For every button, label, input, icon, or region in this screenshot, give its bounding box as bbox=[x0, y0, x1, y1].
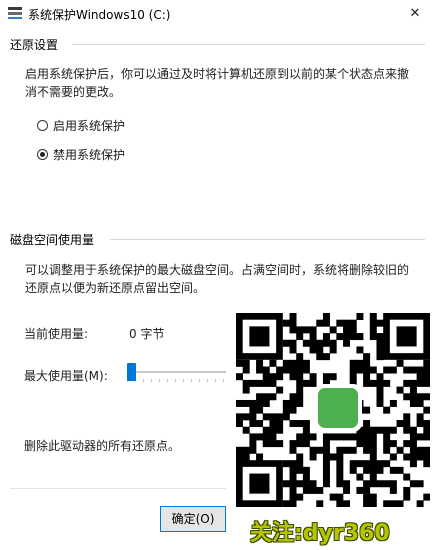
qr-code-overlay: 关注:dyr360 bbox=[226, 305, 436, 550]
window-title: 系统保护Windows10 (C:) bbox=[28, 8, 171, 22]
disable-protection-option[interactable]: 禁用系统保护 bbox=[37, 146, 125, 162]
title-bar: 系统保护Windows10 (C:) ✕ bbox=[0, 0, 436, 28]
current-usage-value: 0 字节 bbox=[129, 327, 165, 341]
slider-ticks bbox=[127, 379, 227, 382]
max-usage-slider[interactable] bbox=[127, 362, 227, 384]
slider-thumb[interactable] bbox=[127, 363, 136, 381]
section-divider bbox=[110, 239, 425, 240]
slider-track[interactable] bbox=[127, 371, 227, 373]
ok-button[interactable]: 确定(O) bbox=[160, 506, 226, 532]
close-button[interactable]: ✕ bbox=[400, 2, 430, 26]
current-usage-label: 当前使用量: bbox=[24, 327, 89, 341]
restore-settings-heading: 还原设置 bbox=[10, 38, 59, 52]
disable-protection-radio[interactable] bbox=[37, 148, 48, 160]
delete-restore-points-text: 删除此驱动器的所有还原点。 bbox=[24, 439, 181, 453]
enable-protection-option[interactable]: 启用系统保护 bbox=[37, 117, 125, 133]
restore-settings-description: 启用系统保护后，你可以通过及时将计算机还原到以前的某个状态点来撤消不需要的更改。 bbox=[25, 67, 410, 99]
section-divider bbox=[72, 44, 425, 45]
disk-usage-heading: 磁盘空间使用量 bbox=[10, 233, 95, 247]
disk-usage-description: 可以调整用于系统保护的最大磁盘空间。占满空间时，系统将删除较旧的还原点以便为新还… bbox=[25, 263, 410, 295]
enable-protection-label: 启用系统保护 bbox=[53, 118, 126, 133]
enable-protection-radio[interactable] bbox=[37, 119, 48, 131]
system-protection-icon bbox=[8, 7, 22, 19]
disable-protection-label: 禁用系统保护 bbox=[53, 147, 126, 162]
qr-caption: 关注:dyr360 bbox=[250, 521, 390, 546]
max-usage-label: 最大使用量(M): bbox=[24, 369, 108, 383]
close-icon: ✕ bbox=[409, 6, 421, 21]
qr-logo-icon bbox=[314, 384, 362, 432]
